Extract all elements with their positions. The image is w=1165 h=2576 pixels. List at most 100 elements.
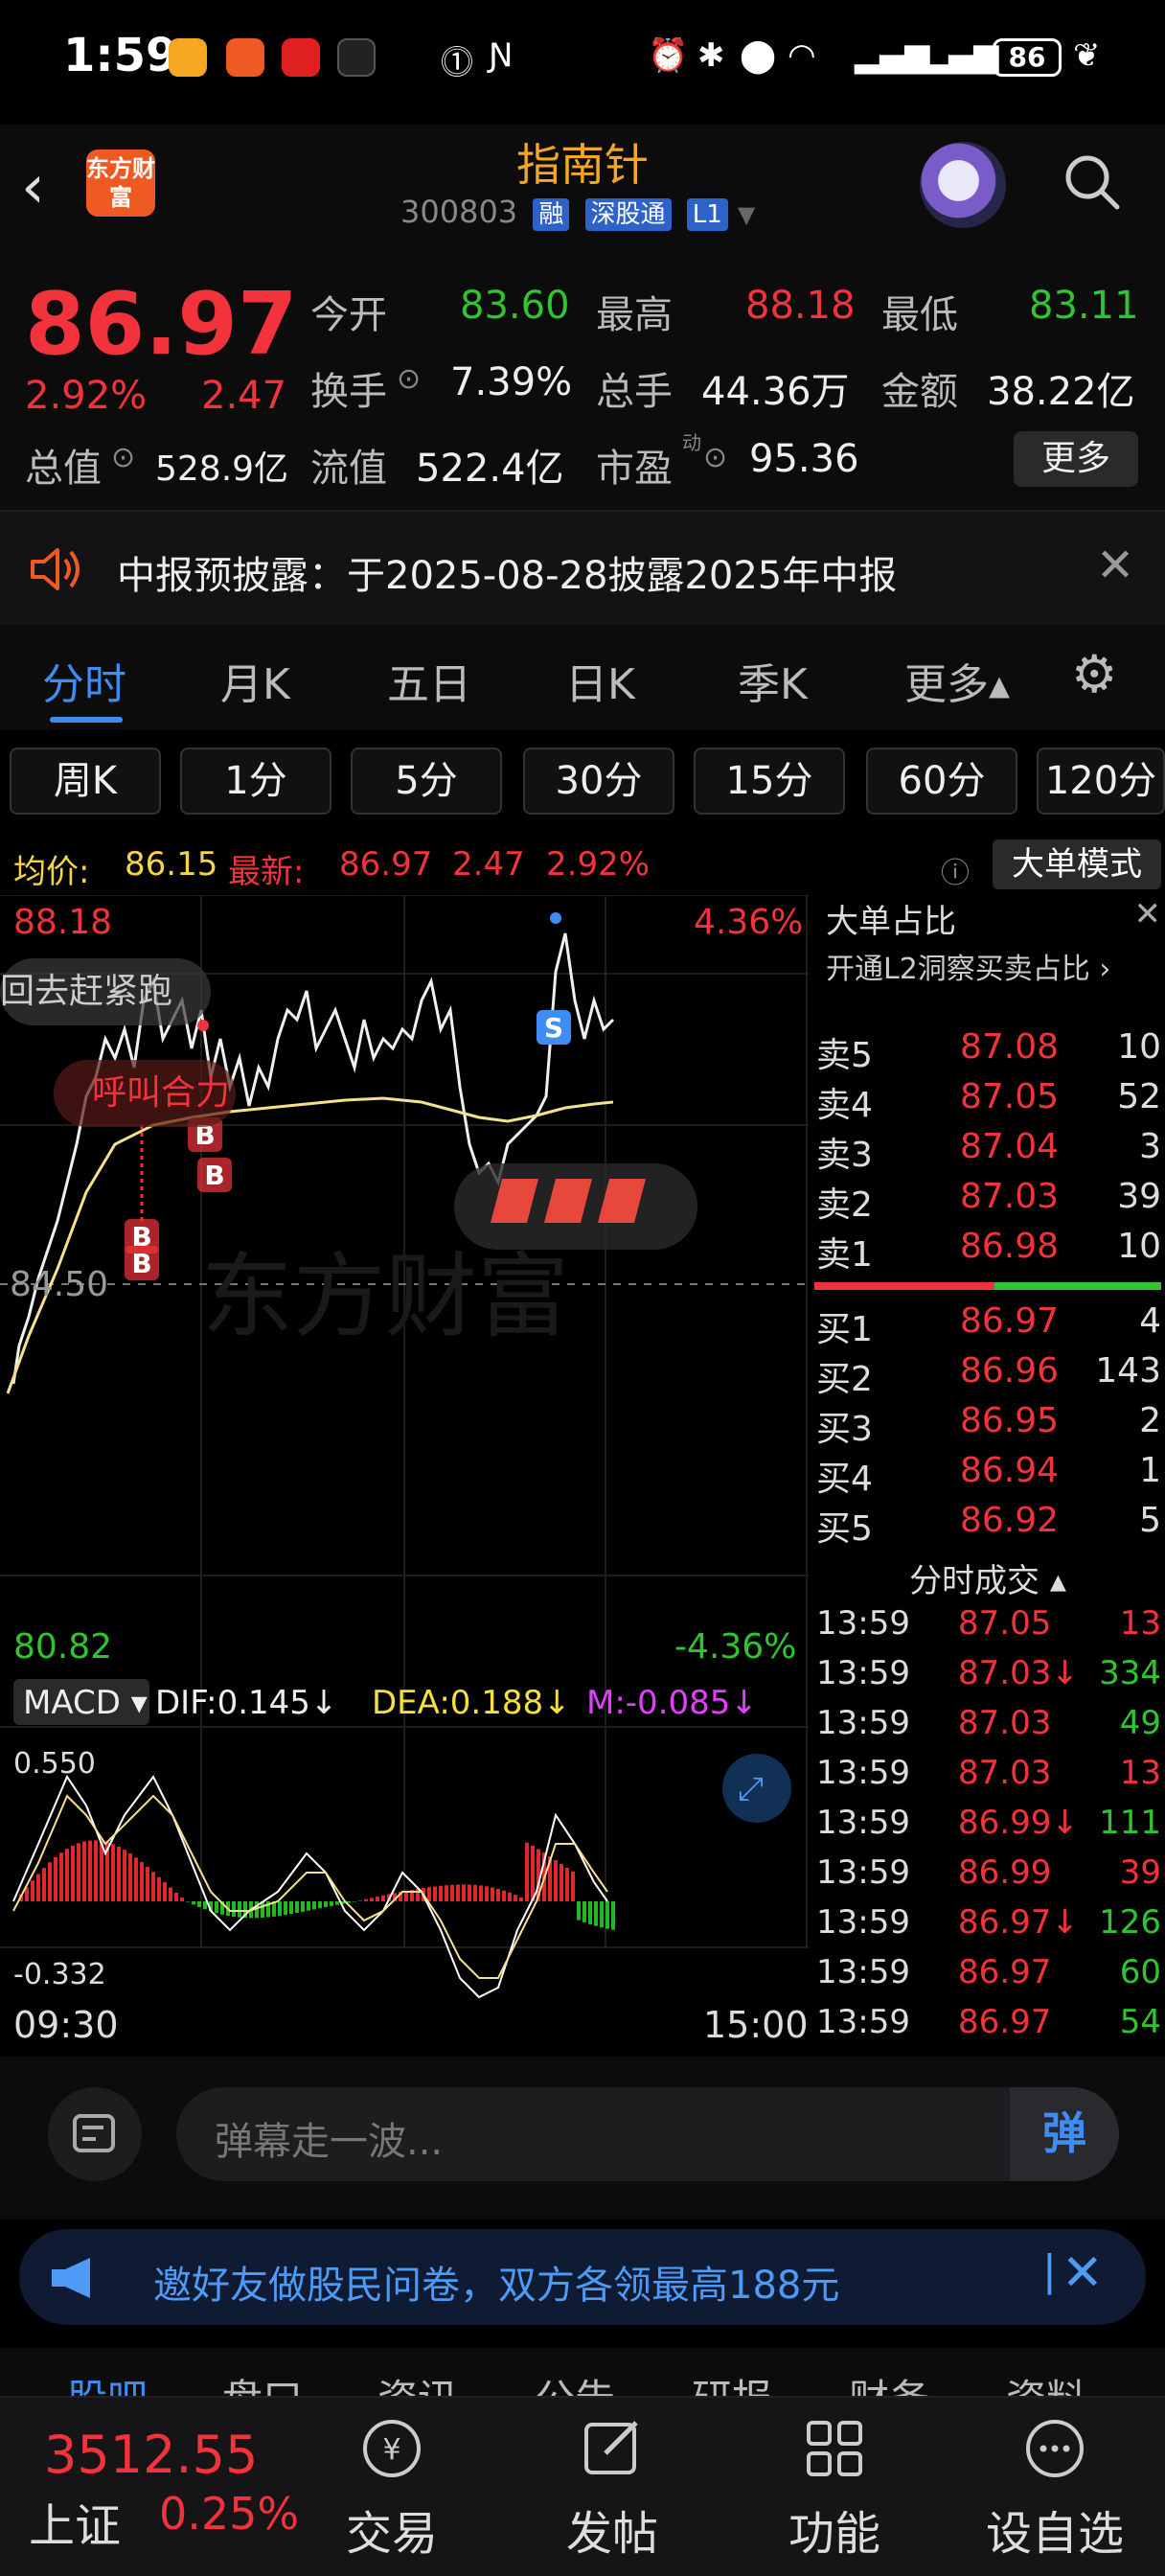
trade-price: 86.97↓ <box>958 1903 1079 1942</box>
tab-daily-k[interactable]: 日K <box>565 650 635 711</box>
yen-icon: ¥ <box>363 2420 421 2477</box>
danmaku-send-button[interactable]: 弹 <box>1010 2087 1119 2181</box>
float-label: 流值 <box>310 447 387 491</box>
macd-bar <box>381 1895 385 1901</box>
subtab-finance[interactable]: 财务 <box>849 2367 929 2396</box>
info-icon[interactable]: ⊙ <box>111 441 135 474</box>
nav-functions[interactable]: 功能 <box>753 2415 916 2563</box>
period-weekly[interactable]: 周K <box>10 748 161 815</box>
intraday-chart[interactable]: 东方财富 88.18 4.36% 84.50 80.82 -4.36% B B … <box>0 894 809 2055</box>
close-icon[interactable]: ✕ <box>1096 539 1134 592</box>
invite-banner[interactable]: 邀好友做股民问卷，双方各领最高188元 | ✕ <box>19 2229 1146 2325</box>
nav-post-label: 发帖 <box>565 2507 658 2561</box>
expand-icon[interactable]: ⤢ <box>738 1770 764 1808</box>
more-dots-icon <box>1026 2420 1084 2477</box>
trade-volume: 54 <box>1119 2003 1161 2041</box>
gear-icon[interactable]: ⚙ <box>1071 644 1117 704</box>
subtab-profile[interactable]: 资料 <box>1006 2367 1086 2396</box>
macd-bar <box>445 1885 448 1901</box>
macd-bar <box>111 1844 115 1901</box>
nav-post[interactable]: 发帖 <box>531 2415 694 2563</box>
macd-bar <box>600 1901 604 1928</box>
close-icon[interactable]: ✕ <box>1062 2244 1104 2302</box>
trade-price: 86.99↓ <box>958 1804 1079 1842</box>
index-ticker[interactable]: 3512.55 上证 0.25% <box>0 2398 299 2576</box>
nav-add-watchlist-label: 设自选 <box>985 2507 1124 2561</box>
tab-more[interactable]: 更多▴ <box>904 650 1010 711</box>
period-30min[interactable]: 30分 <box>523 748 674 815</box>
tab-five-day[interactable]: 五日 <box>387 650 471 711</box>
subtab-news[interactable]: 资讯 <box>377 2367 458 2396</box>
index-value: 3512.55 <box>44 2425 259 2485</box>
macd-bar <box>456 1884 460 1901</box>
trade-row: 13:59 87.03 13 <box>816 1754 1161 1804</box>
help-icon[interactable]: ⓘ <box>941 849 970 891</box>
info-icon[interactable]: ⊙ <box>397 362 421 396</box>
chevron-down-icon[interactable]: ▼ <box>738 201 755 228</box>
bid-price: 86.92 <box>960 1501 1060 1540</box>
macd-dea: DEA:0.188↓ <box>372 1684 571 1722</box>
period-5min[interactable]: 5分 <box>351 748 502 815</box>
nav-trade[interactable]: ¥ 交易 <box>310 2415 473 2563</box>
low-label: 最低 <box>881 293 958 337</box>
robot-avatar-icon[interactable] <box>920 142 1006 228</box>
comment-settings-icon[interactable] <box>48 2087 142 2181</box>
macd-bar <box>192 1901 195 1905</box>
macd-bar <box>594 1901 598 1926</box>
tab-monthly-k[interactable]: 月K <box>220 650 290 711</box>
battery-icon: 86 <box>993 38 1062 77</box>
macd-bar <box>312 1901 316 1910</box>
tab-quarterly-k[interactable]: 季K <box>738 650 808 711</box>
macd-bar <box>180 1898 184 1901</box>
trade-price: 86.97 <box>958 1953 1052 1991</box>
trades-title[interactable]: 分时成交 ▴ <box>811 1554 1165 1601</box>
macd-bottom: -0.332 <box>13 1958 106 1991</box>
l2-upgrade-link[interactable]: 开通L2洞察买卖占比 › <box>826 945 1110 987</box>
latest-change: 2.47 <box>452 845 525 884</box>
period-60min[interactable]: 60分 <box>866 748 1017 815</box>
info-icon[interactable]: ⊙ <box>703 441 727 474</box>
trade-price: 87.03 <box>958 1704 1052 1742</box>
close-icon[interactable]: ✕ <box>1134 895 1162 933</box>
macd-bar <box>324 1901 328 1908</box>
macd-selector[interactable]: MACD ▾ <box>23 1684 148 1722</box>
trade-time: 13:59 <box>816 1704 910 1742</box>
bid-row: 买2 86.96 143 <box>816 1351 1161 1401</box>
svg-text:B: B <box>204 1160 224 1191</box>
search-icon[interactable] <box>1062 151 1123 213</box>
leaf-icon: ❦ <box>1073 36 1101 75</box>
subtab-announcements[interactable]: 公告 <box>535 2367 615 2396</box>
notice-banner[interactable]: 中报预披露：于2025-08-28披露2025年中报 ✕ <box>0 510 1165 625</box>
subtab-research[interactable]: 研报 <box>692 2367 772 2396</box>
turnover-value: 7.39% <box>450 360 573 404</box>
tab-intraday[interactable]: 分时 <box>42 650 126 711</box>
macd-bar <box>284 1901 287 1916</box>
bottom-nav: 3512.55 上证 0.25% ¥ 交易 发帖 功能 设自选 <box>0 2396 1165 2576</box>
macd-bar <box>174 1892 178 1901</box>
svg-text:S: S <box>544 1012 563 1044</box>
period-1min[interactable]: 1分 <box>180 748 331 815</box>
macd-bar <box>577 1901 581 1920</box>
period-15min[interactable]: 15分 <box>694 748 845 815</box>
tab-underline <box>50 717 123 723</box>
macd-bar <box>82 1841 86 1901</box>
change-percent: 2.92% <box>25 374 148 418</box>
nav-add-watchlist[interactable]: 设自选 <box>973 2415 1136 2563</box>
period-120min[interactable]: 120分 <box>1037 748 1165 815</box>
macd-bar <box>146 1867 149 1901</box>
back-icon[interactable]: ‹ <box>21 151 45 221</box>
bid-ask-ratio-bar <box>814 1282 1161 1290</box>
macd-bar <box>514 1895 517 1901</box>
big-order-mode-button[interactable]: 大单模式 <box>993 840 1161 889</box>
period-selector: 周K 1分 5分 30分 15分 60分 120分 <box>0 730 1165 834</box>
subtab-forum[interactable]: 股吧 <box>67 2367 148 2396</box>
macd-bar <box>330 1901 333 1906</box>
hd-icon: ⓵ <box>441 44 473 82</box>
app-logo[interactable]: 东方财富 <box>86 150 155 217</box>
open-label: 今开 <box>310 293 387 337</box>
stock-code: 300803 <box>400 194 518 230</box>
subtab-orderbook[interactable]: 盘口 <box>222 2367 303 2396</box>
macd-bar <box>36 1874 40 1901</box>
danmaku-input[interactable]: 弹幕走一波... 弹 <box>176 2087 1119 2181</box>
more-button[interactable]: 更多 <box>1014 431 1138 487</box>
